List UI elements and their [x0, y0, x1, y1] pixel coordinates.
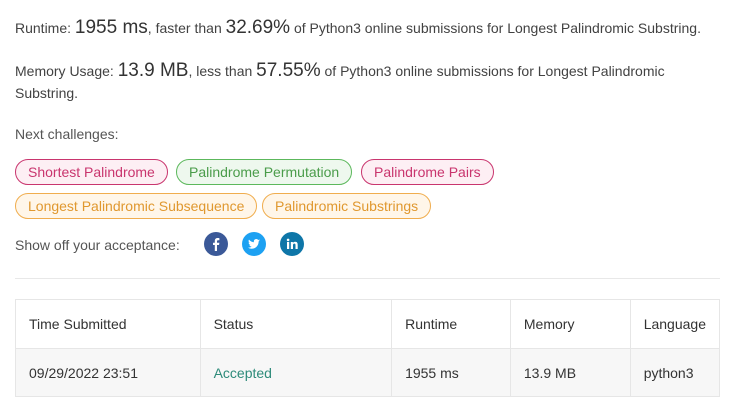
header-status[interactable]: Status	[199, 299, 393, 349]
section-divider	[15, 278, 720, 279]
challenge-tag-shortest-palindrome[interactable]: Shortest Palindrome	[15, 159, 168, 185]
challenge-tag-palindrome-permutation[interactable]: Palindrome Permutation	[176, 159, 353, 185]
challenge-tag-longest-palindromic-subsequence[interactable]: Longest Palindromic Subsequence	[15, 193, 258, 219]
table-header-row: Time Submitted Status Runtime Memory Lan…	[15, 299, 721, 349]
memory-percent: 57.55%	[256, 60, 321, 81]
share-label: Show off your acceptance:	[15, 237, 180, 253]
runtime-suffix: of Python3 online submissions for Longes…	[290, 20, 701, 36]
memory-middle-text: , less than	[188, 63, 257, 79]
header-language[interactable]: Language	[629, 299, 721, 349]
header-memory[interactable]: Memory	[509, 299, 631, 349]
submissions-table: Time Submitted Status Runtime Memory Lan…	[15, 299, 721, 397]
twitter-icon[interactable]	[242, 232, 266, 256]
memory-stat: Memory Usage: 13.9 MB, less than 57.55% …	[15, 60, 715, 104]
challenge-tag-palindromic-substrings[interactable]: Palindromic Substrings	[262, 193, 432, 219]
memory-value: 13.9 MB	[117, 60, 189, 81]
runtime-percent: 32.69%	[225, 17, 291, 38]
runtime-middle-text: , faster than	[147, 20, 226, 36]
runtime-stat: Runtime: 1955 ms, faster than 32.69% of …	[15, 17, 715, 39]
facebook-icon[interactable]	[204, 232, 228, 256]
cell-time-submitted: 09/29/2022 23:51	[15, 348, 201, 397]
cell-language: python3	[629, 348, 721, 397]
runtime-value: 1955 ms	[74, 17, 148, 38]
cell-memory: 13.9 MB	[509, 348, 631, 397]
cell-status-link[interactable]: Accepted	[199, 348, 393, 397]
challenge-tag-palindrome-pairs[interactable]: Palindrome Pairs	[361, 159, 494, 185]
linkedin-icon[interactable]	[280, 232, 304, 256]
cell-runtime: 1955 ms	[391, 348, 511, 397]
next-challenges-label: Next challenges:	[15, 126, 119, 142]
memory-label: Memory Usage:	[15, 63, 118, 79]
header-runtime[interactable]: Runtime	[391, 299, 511, 349]
runtime-label: Runtime:	[15, 20, 75, 36]
table-row: 09/29/2022 23:51 Accepted 1955 ms 13.9 M…	[15, 348, 721, 397]
header-time-submitted[interactable]: Time Submitted	[15, 299, 201, 349]
